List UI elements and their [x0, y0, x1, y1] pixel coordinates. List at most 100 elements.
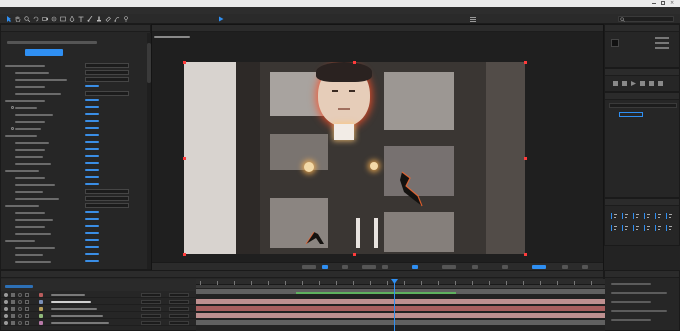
viewer-footer-control-8[interactable]	[502, 265, 508, 269]
minimize-icon[interactable]	[652, 3, 656, 4]
transform-handle-tr[interactable]	[524, 61, 527, 64]
effect-row-2[interactable]	[5, 77, 146, 82]
layer-parent-select-1[interactable]	[169, 300, 189, 304]
timeline-layer-2[interactable]	[1, 306, 196, 312]
play-icon[interactable]	[218, 16, 224, 22]
layer-label-color[interactable]	[39, 321, 43, 325]
align-button-1-2[interactable]	[633, 225, 639, 231]
paragraph-row-4[interactable]	[611, 319, 651, 321]
viewer-footer-control-9[interactable]	[532, 265, 546, 269]
effect-row-3[interactable]	[5, 84, 146, 89]
hand-tool-icon[interactable]	[15, 16, 21, 22]
paragraph-row-3[interactable]	[611, 310, 667, 312]
align-button-1-4[interactable]	[655, 225, 661, 231]
preview-control-2[interactable]	[631, 81, 636, 86]
align-button-1-0[interactable]	[611, 225, 617, 231]
help-search-field[interactable]	[618, 16, 674, 22]
effect-row-12[interactable]	[5, 147, 146, 152]
effect-row-field-20[interactable]	[85, 203, 129, 208]
stopwatch-icon[interactable]	[11, 106, 14, 109]
effect-row-6[interactable]	[5, 105, 146, 110]
select-tool-icon[interactable]	[6, 16, 12, 22]
solo-icon[interactable]	[18, 293, 22, 297]
effect-row-23[interactable]	[5, 224, 146, 229]
align-button-1-5[interactable]	[666, 225, 672, 231]
workspace-tab-0[interactable]	[280, 16, 286, 22]
transform-handle-bm[interactable]	[353, 253, 356, 256]
stopwatch-icon[interactable]	[11, 127, 14, 130]
effect-row-13[interactable]	[5, 154, 146, 159]
layer-mode-select-0[interactable]	[141, 293, 161, 297]
preview-control-1[interactable]	[622, 81, 627, 86]
layer-bar-1[interactable]	[296, 292, 456, 294]
effect-row-22[interactable]	[5, 217, 146, 222]
timeline-layer-3[interactable]	[1, 313, 196, 319]
transform-handle-tm[interactable]	[353, 61, 356, 64]
effect-row-27[interactable]	[5, 252, 146, 257]
comp-breadcrumb[interactable]	[154, 34, 194, 39]
audio-icon[interactable]	[11, 321, 15, 325]
effect-row-value-8[interactable]	[85, 120, 99, 122]
viewer-footer-control-1[interactable]	[322, 265, 328, 269]
align-button-0-1[interactable]	[622, 213, 628, 219]
layer-name-3[interactable]	[51, 315, 103, 317]
effect-row-10[interactable]	[5, 133, 146, 138]
work-area-bar[interactable]	[196, 285, 605, 288]
effect-row-value-16[interactable]	[85, 176, 99, 178]
transform-handle-tl[interactable]	[183, 61, 186, 64]
effect-row-9[interactable]	[5, 126, 146, 131]
effect-row-value-7[interactable]	[85, 113, 99, 115]
layer-mode-select-2[interactable]	[141, 307, 161, 311]
pan-behind-icon[interactable]	[51, 16, 57, 22]
align-button-0-2[interactable]	[633, 213, 639, 219]
effect-row-value-21[interactable]	[85, 211, 99, 213]
effect-row-value-9[interactable]	[85, 127, 99, 129]
workspace-tab-2[interactable]	[380, 16, 386, 22]
eye-icon[interactable]	[4, 321, 8, 325]
viewer-footer-control-2[interactable]	[342, 265, 348, 269]
effect-row-field-4[interactable]	[85, 91, 129, 96]
preview-control-5[interactable]	[658, 81, 663, 86]
workspace-tab-3[interactable]	[430, 16, 436, 22]
eye-icon[interactable]	[4, 300, 8, 304]
layer-name-4[interactable]	[51, 322, 109, 324]
lock-icon[interactable]	[25, 321, 29, 325]
align-button-0-5[interactable]	[666, 213, 672, 219]
viewer-footer-control-4[interactable]	[382, 265, 388, 269]
preview-control-3[interactable]	[640, 81, 645, 86]
effect-row-value-3[interactable]	[85, 85, 99, 87]
solo-icon[interactable]	[18, 307, 22, 311]
solo-icon[interactable]	[18, 321, 22, 325]
timeline-layer-0[interactable]	[1, 292, 196, 298]
effect-row-value-27[interactable]	[85, 253, 99, 255]
paragraph-row-2[interactable]	[611, 301, 651, 303]
effect-row-21[interactable]	[5, 210, 146, 215]
viewer-footer-control-11[interactable]	[582, 265, 588, 269]
audio-icon[interactable]	[11, 293, 15, 297]
effect-row-17[interactable]	[5, 182, 146, 187]
paragraph-row-0[interactable]	[611, 283, 651, 285]
align-button-1-1[interactable]	[622, 225, 628, 231]
effect-row-0[interactable]	[5, 63, 146, 68]
viewer-footer-control-7[interactable]	[472, 265, 478, 269]
effect-row-4[interactable]	[5, 91, 146, 96]
lock-icon[interactable]	[25, 314, 29, 318]
effects-result-item[interactable]	[619, 112, 643, 117]
viewer-footer-control-0[interactable]	[302, 265, 316, 269]
effect-row-value-26[interactable]	[85, 246, 99, 248]
lock-icon[interactable]	[25, 300, 29, 304]
effect-row-value-15[interactable]	[85, 169, 99, 171]
effect-row-value-25[interactable]	[85, 239, 99, 241]
layer-parent-select-3[interactable]	[169, 314, 189, 318]
audio-icon[interactable]	[11, 300, 15, 304]
layer-mode-select-4[interactable]	[141, 321, 161, 325]
layer-name-0[interactable]	[51, 294, 85, 296]
effect-row-value-6[interactable]	[85, 106, 99, 108]
layer-parent-select-2[interactable]	[169, 307, 189, 311]
effect-row-19[interactable]	[5, 196, 146, 201]
pen-tool-icon[interactable]	[69, 16, 75, 22]
layer-bar-4[interactable]	[196, 313, 605, 318]
effect-row-28[interactable]	[5, 259, 146, 264]
eye-icon[interactable]	[4, 307, 8, 311]
brush-tool-icon[interactable]	[87, 16, 93, 22]
